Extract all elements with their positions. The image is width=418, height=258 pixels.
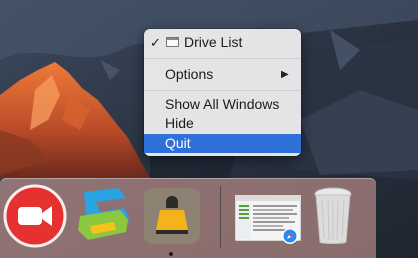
menu-item-label: Show All Windows (165, 96, 280, 112)
menu-item-label: Drive List (184, 34, 243, 50)
dock-context-menu: ✓ Drive List Options ▶ Show All Windows … (144, 29, 301, 156)
trash-icon[interactable] (313, 186, 353, 246)
menu-item-show-all-windows[interactable]: Show All Windows (144, 95, 301, 114)
menu-separator (144, 90, 301, 91)
menu-item-label: Hide (165, 115, 194, 131)
checkmark-icon: ✓ (150, 35, 161, 50)
menu-item-quit[interactable]: Quit (144, 134, 301, 153)
submenu-arrow-icon: ▶ (281, 69, 289, 80)
dock-divider (220, 186, 221, 248)
window-icon (166, 37, 179, 47)
menu-separator (144, 58, 301, 59)
drive-list-app-icon[interactable] (142, 186, 202, 246)
menu-item-options[interactable]: Options ▶ (144, 65, 301, 84)
safari-badge-icon (282, 228, 298, 244)
zoom-app-icon[interactable] (3, 184, 67, 248)
running-indicator (169, 252, 173, 256)
menu-item-hide[interactable]: Hide (144, 114, 301, 133)
menu-item-label: Options (165, 66, 214, 82)
menu-item-label: Quit (165, 135, 191, 151)
snagit-app-icon[interactable] (74, 186, 136, 246)
menu-item-drive-list[interactable]: ✓ Drive List (144, 33, 301, 52)
